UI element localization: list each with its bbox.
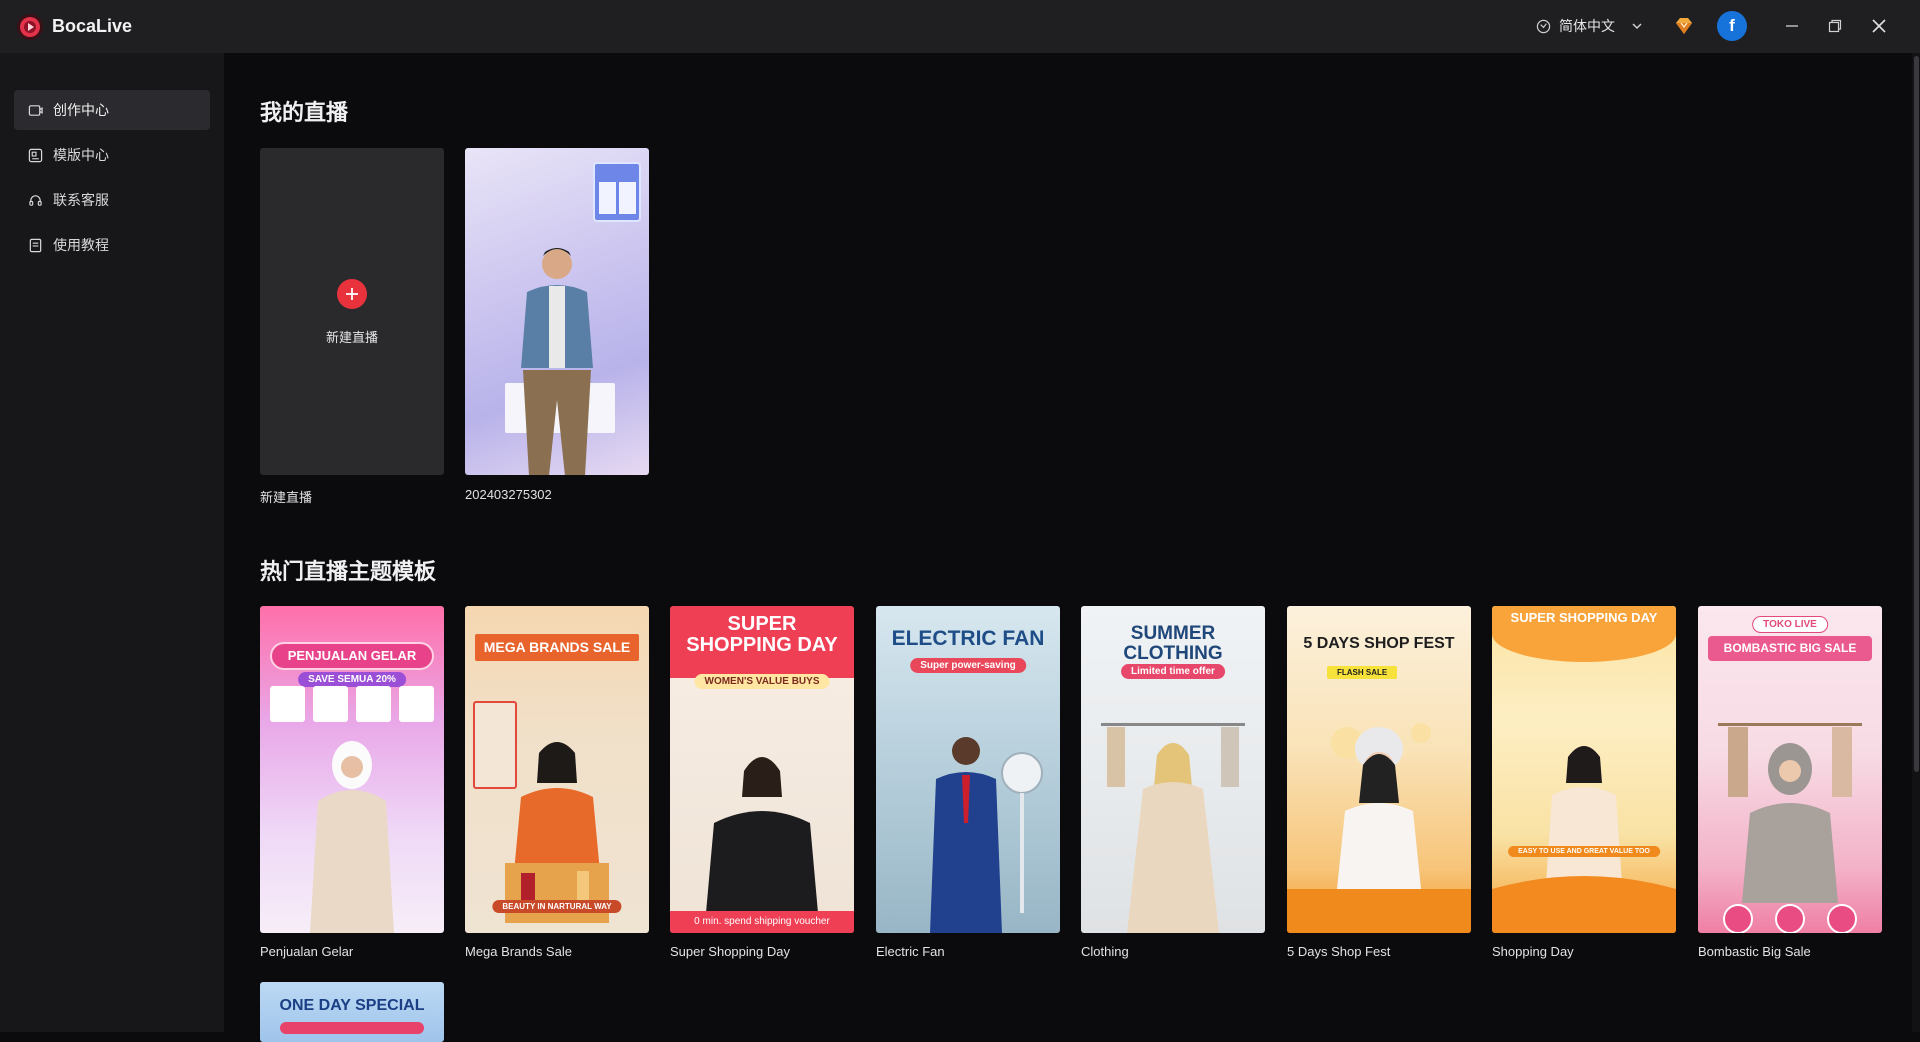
template-banner: SUPER SHOPPING DAY bbox=[1510, 610, 1658, 625]
sidebar-item-label: 创作中心 bbox=[53, 102, 109, 118]
template-sub: SAVE SEMUA 20% bbox=[298, 672, 406, 687]
template-banner: PENJUALAN GELAR bbox=[270, 642, 434, 670]
my-live-title: 我的直播 bbox=[260, 100, 349, 125]
plus-icon bbox=[346, 288, 358, 300]
sidebar-item-creation-center[interactable]: 创作中心 bbox=[14, 90, 210, 130]
presenter-image bbox=[521, 248, 593, 475]
template-label: Electric Fan bbox=[876, 944, 945, 959]
template-sub: Super power-saving bbox=[910, 658, 1026, 673]
add-live-button[interactable] bbox=[337, 279, 367, 309]
presenter-image bbox=[930, 737, 1043, 933]
chevron-down-icon[interactable] bbox=[1630, 17, 1644, 35]
template-card[interactable]: MEGA BRANDS SALE BEAUTY IN NARTURAL WAY bbox=[465, 606, 649, 933]
new-live-card-text: 新建直播 bbox=[325, 330, 378, 345]
template-card[interactable]: ELECTRIC FAN Super power-saving bbox=[876, 606, 1060, 933]
template-sub: WOMEN'S VALUE BUYS bbox=[694, 674, 830, 689]
template-card[interactable]: 5 DAYS SHOP FEST FLASH SALE bbox=[1287, 606, 1471, 933]
template-banner: SUMMER CLOTHING bbox=[1123, 623, 1223, 664]
app-name: BocaLive bbox=[52, 16, 133, 36]
sidebar-item-template-center[interactable]: 模版中心 bbox=[14, 135, 210, 175]
template-banner: ELECTRIC FAN bbox=[891, 627, 1045, 650]
template-footer: 0 min. spend shipping voucher bbox=[670, 911, 854, 933]
globe-icon bbox=[1536, 19, 1551, 33]
template-icon bbox=[28, 148, 43, 162]
restore-button[interactable] bbox=[1821, 12, 1849, 40]
presenter-image bbox=[1101, 723, 1245, 933]
app-logo-icon bbox=[17, 14, 43, 40]
template-card[interactable]: ONE DAY SPECIAL bbox=[260, 982, 444, 1042]
template-card[interactable]: SUPER SHOPPING DAY WOMEN'S VALUE BUYS 0 … bbox=[670, 606, 854, 933]
template-label: Clothing bbox=[1081, 944, 1129, 959]
presenter-image bbox=[1492, 746, 1676, 933]
template-label: Shopping Day bbox=[1492, 944, 1574, 959]
template-sub: FLASH SALE bbox=[1327, 666, 1398, 679]
sidebar: 创作中心 模版中心 联系客服 使用教程 bbox=[0, 53, 224, 1032]
template-label: Penjualan Gelar bbox=[260, 944, 354, 959]
close-icon bbox=[1872, 19, 1886, 33]
banner-ribbon bbox=[280, 1022, 424, 1034]
template-banner: MEGA BRANDS SALE bbox=[475, 634, 639, 661]
presenter-image bbox=[310, 741, 394, 933]
template-label: Bombastic Big Sale bbox=[1698, 944, 1811, 959]
template-sub: EASY TO USE AND GREAT VALUE TOO bbox=[1508, 846, 1660, 857]
sidebar-item-tutorial[interactable]: 使用教程 bbox=[14, 225, 210, 265]
template-label: 5 Days Shop Fest bbox=[1287, 944, 1391, 959]
scrollbar-thumb[interactable] bbox=[1914, 56, 1919, 772]
sidebar-item-customer-service[interactable]: 联系客服 bbox=[14, 180, 210, 220]
template-card[interactable]: SUMMER CLOTHING Limited time offer bbox=[1081, 606, 1265, 933]
vip-diamond-icon[interactable] bbox=[1672, 14, 1696, 38]
minimize-icon bbox=[1786, 25, 1798, 27]
template-sub: Limited time offer bbox=[1121, 664, 1225, 679]
presenter-image bbox=[1718, 723, 1862, 933]
template-label: Super Shopping Day bbox=[670, 944, 790, 959]
sidebar-item-label: 模版中心 bbox=[53, 147, 109, 163]
template-card[interactable]: TOKO LIVE BOMBASTIC BIG SALE bbox=[1698, 606, 1882, 933]
hot-templates-title: 热门直播主题模板 bbox=[260, 559, 437, 584]
presenter-image bbox=[1287, 723, 1471, 933]
template-banner: 5 DAYS SHOP FEST bbox=[1303, 635, 1455, 652]
template-banner: ONE DAY SPECIAL bbox=[279, 997, 425, 1014]
new-live-card[interactable]: 新建直播 bbox=[260, 148, 444, 475]
live-card-label: 202403275302 bbox=[465, 487, 552, 502]
headset-icon bbox=[29, 194, 42, 206]
template-banner: SUPER SHOPPING DAY bbox=[686, 613, 838, 656]
template-sub: BOMBASTIC BIG SALE bbox=[1708, 636, 1872, 661]
tutorial-icon bbox=[29, 238, 42, 252]
creation-icon bbox=[28, 104, 43, 116]
main-content: 我的直播 新建直播 新建直播 202403275302 热门直播主题模板 PEN… bbox=[224, 53, 1912, 1042]
minimize-button[interactable] bbox=[1778, 12, 1806, 40]
template-label: Mega Brands Sale bbox=[465, 944, 572, 959]
presenter-image bbox=[706, 757, 818, 913]
sidebar-item-label: 使用教程 bbox=[53, 237, 109, 253]
live-card-202403275302[interactable] bbox=[465, 148, 649, 475]
sidebar-item-label: 联系客服 bbox=[53, 192, 109, 208]
title-bar: BocaLive 简体中文 f bbox=[0, 0, 1920, 53]
new-live-label: 新建直播 bbox=[260, 490, 313, 505]
template-card[interactable]: SUPER SHOPPING DAY EASY TO USE AND GREAT… bbox=[1492, 606, 1676, 933]
template-card[interactable]: PENJUALAN GELAR SAVE SEMUA 20% bbox=[260, 606, 444, 933]
user-avatar[interactable]: f bbox=[1717, 11, 1747, 41]
language-label: 简体中文 bbox=[1559, 18, 1615, 34]
template-sub: BEAUTY IN NARTURAL WAY bbox=[492, 900, 622, 913]
template-banner: TOKO LIVE bbox=[1752, 616, 1828, 633]
restore-icon bbox=[1828, 19, 1842, 33]
language-selector[interactable]: 简体中文 bbox=[1536, 15, 1615, 37]
close-button[interactable] bbox=[1865, 12, 1893, 40]
avatar-letter: f bbox=[1729, 16, 1735, 35]
